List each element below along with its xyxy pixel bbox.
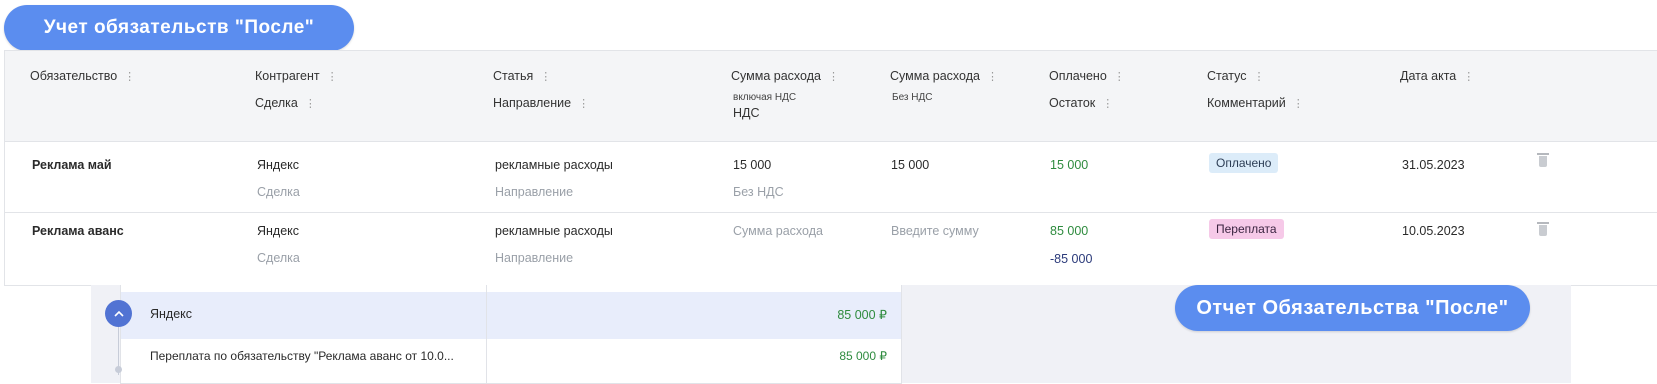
report-card: Яндекс 85 000 ₽ Переплата по обязательст… xyxy=(105,285,902,384)
article-value[interactable]: рекламные расходы xyxy=(495,158,613,172)
report-item-amount: 85 000 ₽ xyxy=(839,349,887,363)
col-label: Комментарий xyxy=(1207,96,1286,110)
direction-field[interactable]: Направление xyxy=(495,251,573,265)
obligation-name[interactable]: Реклама аванс xyxy=(32,224,124,238)
col-direction[interactable]: Направление ⋮ xyxy=(493,96,589,110)
chevron-up-icon[interactable] xyxy=(105,300,132,327)
vertical-dots-icon[interactable]: ⋮ xyxy=(1463,70,1474,83)
col-label: Контрагент xyxy=(255,69,320,83)
counterparty-value[interactable]: Яндекс xyxy=(257,158,299,172)
article-value[interactable]: рекламные расходы xyxy=(495,224,613,238)
status-badge[interactable]: Оплачено xyxy=(1209,153,1279,173)
trash-icon[interactable] xyxy=(1537,222,1549,236)
table-header: Обязательство ⋮ Контрагент ⋮ Сделка ⋮ Стать… xyxy=(5,51,1657,142)
expense-no-vat-value[interactable]: 15 000 xyxy=(891,158,929,172)
col-expense-no-vat[interactable]: Сумма расхода ⋮ xyxy=(890,69,998,83)
tree-node-dot xyxy=(115,366,122,373)
col-expense-with-vat[interactable]: Сумма расхода ⋮ xyxy=(731,69,839,83)
report-group-row[interactable]: Яндекс 85 000 ₽ xyxy=(121,292,901,339)
col-label: Сумма расхода xyxy=(890,69,980,83)
vertical-dots-icon[interactable]: ⋮ xyxy=(828,70,839,83)
col-label: Сделка xyxy=(255,96,298,110)
vertical-dots-icon[interactable]: ⋮ xyxy=(1254,70,1265,83)
act-date-value[interactable]: 10.05.2023 xyxy=(1402,224,1465,238)
report-item-name[interactable]: Переплата по обязательству "Реклама аван… xyxy=(150,349,454,363)
expense-no-vat-input[interactable]: Введите сумму xyxy=(891,224,979,238)
deal-field[interactable]: Сделка xyxy=(257,185,300,199)
column-divider xyxy=(486,285,487,383)
vertical-dots-icon[interactable]: ⋮ xyxy=(1293,97,1304,110)
col-label: Статья xyxy=(493,69,534,83)
section-title-pill: Учет обязательств "После" xyxy=(4,5,354,51)
col-vat: НДС xyxy=(733,106,760,120)
col-obligation[interactable]: Обязательство ⋮ xyxy=(30,69,135,83)
vat-value[interactable]: Без НДС xyxy=(733,185,784,199)
col-expense-with-vat-sub: включая НДС xyxy=(733,92,797,103)
col-label: Обязательство xyxy=(30,69,118,83)
table-row[interactable]: Реклама аванс Яндекс Сделка рекламные ра… xyxy=(5,213,1657,285)
remainder-value: -85 000 xyxy=(1050,252,1093,266)
col-label: Статус xyxy=(1207,69,1247,83)
report-group-name: Яндекс xyxy=(150,307,193,321)
report-group-amount: 85 000 ₽ xyxy=(837,308,887,322)
col-label: Сумма расхода xyxy=(731,69,821,83)
vertical-dots-icon[interactable]: ⋮ xyxy=(1114,70,1125,83)
col-label: Остаток xyxy=(1049,96,1096,110)
deal-field[interactable]: Сделка xyxy=(257,251,300,265)
col-act-date[interactable]: Дата акта ⋮ xyxy=(1400,69,1474,83)
col-counterparty[interactable]: Контрагент ⋮ xyxy=(255,69,338,83)
paid-value: 15 000 xyxy=(1050,158,1089,172)
vertical-dots-icon[interactable]: ⋮ xyxy=(1102,97,1113,110)
col-article[interactable]: Статья ⋮ xyxy=(493,69,551,83)
col-deal[interactable]: Сделка ⋮ xyxy=(255,96,316,110)
direction-field[interactable]: Направление xyxy=(495,185,573,199)
expense-with-vat-input[interactable]: Сумма расхода xyxy=(733,224,823,238)
vertical-dots-icon[interactable]: ⋮ xyxy=(987,70,998,83)
col-status[interactable]: Статус ⋮ xyxy=(1207,69,1265,83)
col-remainder[interactable]: Остаток ⋮ xyxy=(1049,96,1113,110)
paid-value: 85 000 xyxy=(1050,224,1089,238)
col-comment[interactable]: Комментарий ⋮ xyxy=(1207,96,1304,110)
table-row[interactable]: Реклама май Яндекс Сделка рекламные расх… xyxy=(5,142,1657,213)
status-badge[interactable]: Переплата xyxy=(1209,219,1284,239)
trash-icon[interactable] xyxy=(1537,153,1549,167)
vertical-dots-icon[interactable]: ⋮ xyxy=(540,70,551,83)
vertical-dots-icon[interactable]: ⋮ xyxy=(327,70,338,83)
obligations-table: Обязательство ⋮ Контрагент ⋮ Сделка ⋮ Стать… xyxy=(4,50,1657,286)
vertical-dots-icon[interactable]: ⋮ xyxy=(305,97,316,110)
act-date-value[interactable]: 31.05.2023 xyxy=(1402,158,1465,172)
expense-with-vat-value[interactable]: 15 000 xyxy=(733,158,771,172)
obligation-name[interactable]: Реклама май xyxy=(32,158,112,172)
col-expense-no-vat-sub: Без НДС xyxy=(892,92,933,103)
vertical-dots-icon[interactable]: ⋮ xyxy=(124,70,135,83)
vertical-dots-icon[interactable]: ⋮ xyxy=(578,97,589,110)
col-label: Направление xyxy=(493,96,572,110)
col-label: Оплачено xyxy=(1049,69,1107,83)
report-title-pill: Отчет Обязательства "После" xyxy=(1175,285,1530,331)
col-label: Дата акта xyxy=(1400,69,1457,83)
col-paid[interactable]: Оплачено ⋮ xyxy=(1049,69,1125,83)
counterparty-value[interactable]: Яндекс xyxy=(257,224,299,238)
